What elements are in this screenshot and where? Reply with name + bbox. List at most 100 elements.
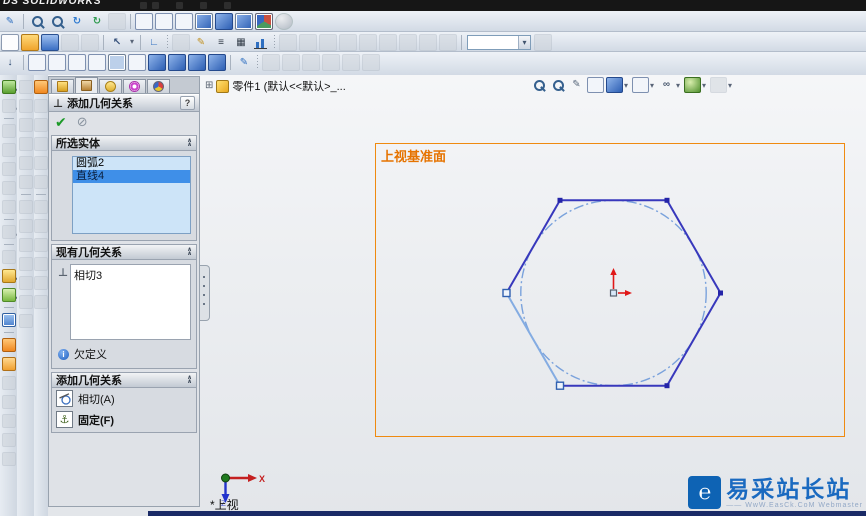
disabled-tool-icon[interactable] <box>1 143 16 157</box>
normal-to-icon[interactable] <box>208 54 226 71</box>
selected-entities-header[interactable]: 所选实体 ∧ ∧ <box>52 136 196 151</box>
vertex-point[interactable] <box>557 197 563 203</box>
disabled-tool-icon[interactable] <box>1 376 16 390</box>
origin-marker[interactable] <box>609 268 632 297</box>
disabled-tool-icon[interactable] <box>18 99 33 113</box>
line-format-icon[interactable]: ≡ <box>212 34 230 51</box>
combobox-dropdown-icon[interactable]: ▾ <box>518 36 530 49</box>
smart-dimension-icon[interactable] <box>1 338 16 352</box>
disabled-tool-icon[interactable] <box>399 34 417 51</box>
disabled-tool-icon[interactable] <box>1 250 16 264</box>
front-view-icon[interactable] <box>28 54 46 71</box>
disabled-tool-icon[interactable] <box>1 414 16 428</box>
shaded-with-edges-icon[interactable] <box>195 13 213 30</box>
edit-layer-icon[interactable]: ✎ <box>192 34 210 51</box>
disabled-tool-icon[interactable] <box>359 34 377 51</box>
disabled-tool-icon[interactable] <box>34 219 48 233</box>
titlebar-icon[interactable] <box>152 2 159 9</box>
collapse-chevron-icon[interactable]: ∧ ∧ <box>187 375 192 385</box>
disabled-tool-icon[interactable] <box>1 200 16 214</box>
disabled-tool-icon[interactable] <box>18 276 33 290</box>
hidden-lines-visible-icon[interactable] <box>155 13 173 30</box>
help-button[interactable]: ? <box>180 96 195 110</box>
pattern-tool-icon[interactable]: ▸ <box>1 225 19 239</box>
list-item-selected[interactable]: 直线4 <box>73 170 190 183</box>
disabled-tool-icon[interactable] <box>282 54 300 71</box>
list-item[interactable]: 圆弧2 <box>73 157 190 170</box>
rotate-view-icon[interactable]: ↻ <box>68 13 86 30</box>
section-view-icon[interactable] <box>255 13 273 30</box>
layer-properties-icon[interactable] <box>172 34 190 51</box>
sketch-active-icon[interactable] <box>1 313 16 327</box>
save-icon[interactable] <box>41 34 59 51</box>
titlebar-icon[interactable] <box>176 2 183 9</box>
disabled-tool-icon[interactable] <box>18 238 33 252</box>
trimetric-view-icon[interactable] <box>168 54 186 71</box>
bottom-view-icon[interactable] <box>128 54 146 71</box>
vertex-point-coincident[interactable] <box>555 381 565 390</box>
fix-option[interactable]: ⚓ 固定(F) <box>52 409 196 432</box>
anchor-origin-icon[interactable]: ↓ <box>1 54 19 71</box>
titlebar-icon[interactable] <box>200 2 207 9</box>
make-drawing-icon[interactable] <box>61 34 79 51</box>
make-assembly-icon[interactable] <box>81 34 99 51</box>
perspective-icon[interactable] <box>275 13 293 30</box>
pan-view-icon[interactable]: ↻ <box>88 13 106 30</box>
dimxpertmanager-tab[interactable] <box>123 79 146 93</box>
disabled-tool-icon[interactable] <box>34 137 48 151</box>
disabled-tool-icon[interactable] <box>18 200 33 214</box>
line-style-icon[interactable]: ▦ <box>232 34 250 51</box>
isometric-view-icon[interactable] <box>148 54 166 71</box>
vertex-point[interactable] <box>664 383 670 389</box>
list-item[interactable]: 相切3 <box>74 267 187 283</box>
disabled-tool-icon[interactable] <box>18 118 33 132</box>
disabled-cube-icon[interactable] <box>534 34 552 51</box>
disabled-tool-icon[interactable] <box>362 54 380 71</box>
rotate-disabled-icon[interactable] <box>108 13 126 30</box>
disabled-tool-icon[interactable] <box>18 137 33 151</box>
dimension-tool-icon[interactable] <box>1 357 16 371</box>
disabled-tool-icon[interactable] <box>34 156 48 170</box>
selected-entities-listbox[interactable]: 圆弧2 直线4 <box>72 156 191 234</box>
document-combobox[interactable]: ▾ <box>467 35 531 50</box>
hidden-lines-removed-icon[interactable] <box>175 13 193 30</box>
displaymanager-tab[interactable] <box>147 79 170 93</box>
disabled-tool-icon[interactable] <box>342 54 360 71</box>
new-document-icon[interactable] <box>1 34 19 51</box>
tangent-option[interactable]: 相切(A) <box>52 388 196 409</box>
collapse-chevron-icon[interactable]: ∧ ∧ <box>187 247 192 257</box>
disabled-tool-icon[interactable] <box>18 80 33 94</box>
right-view-icon[interactable] <box>88 54 106 71</box>
disabled-tool-icon[interactable] <box>34 200 48 214</box>
vertex-point[interactable] <box>718 290 723 296</box>
disabled-tool-icon[interactable] <box>18 257 33 271</box>
disabled-tool-icon[interactable] <box>34 175 48 189</box>
disabled-tool-icon[interactable] <box>34 118 48 132</box>
disabled-tool-icon[interactable] <box>18 219 33 233</box>
titlebar-icon[interactable] <box>140 2 147 9</box>
hexagon-edge-upper-left[interactable] <box>505 199 561 294</box>
select-arrow-icon[interactable]: ↖ <box>108 34 126 51</box>
existing-relations-listbox[interactable]: 相切3 <box>70 264 191 340</box>
top-view-icon[interactable] <box>108 54 126 71</box>
disabled-tool-icon[interactable] <box>34 99 48 113</box>
sketch-canvas[interactable]: X Z <box>201 75 866 516</box>
featuremanager-tab[interactable] <box>51 79 74 93</box>
collapse-chevron-icon[interactable]: ∧ ∧ <box>187 138 192 148</box>
left-view-icon[interactable] <box>68 54 86 71</box>
disabled-tool-icon[interactable] <box>279 34 297 51</box>
disabled-tool-icon[interactable] <box>18 295 33 309</box>
disabled-tool-icon[interactable] <box>1 395 16 409</box>
sketch-folder-icon[interactable] <box>34 80 48 94</box>
sketch-corner-icon[interactable]: ∟ <box>145 34 163 51</box>
zoom-to-area-icon[interactable] <box>48 13 66 30</box>
back-view-icon[interactable] <box>48 54 66 71</box>
existing-relations-header[interactable]: 现有几何关系 ∧ ∧ <box>52 245 196 260</box>
hexagon-edge-lower-left-selected[interactable] <box>505 292 561 387</box>
sketch-pencil-icon[interactable]: ✎ <box>235 54 253 71</box>
hexagon-edge-upper-right[interactable] <box>666 199 722 294</box>
open-document-icon[interactable] <box>21 34 39 51</box>
disabled-tool-icon[interactable] <box>1 124 16 138</box>
disabled-tool-icon[interactable] <box>419 34 437 51</box>
disabled-tool-icon[interactable] <box>262 54 280 71</box>
